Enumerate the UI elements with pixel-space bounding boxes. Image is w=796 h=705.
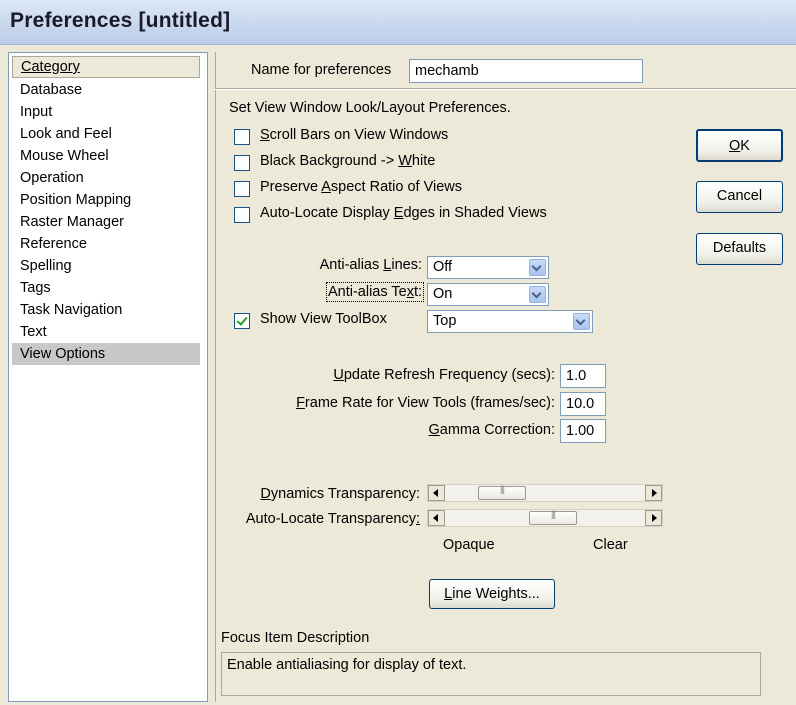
category-item-look-and-feel[interactable]: Look and Feel (12, 123, 200, 145)
antialias-lines-select[interactable]: Off (427, 256, 549, 279)
category-item-text[interactable]: Text (12, 321, 200, 343)
title-bar[interactable]: Preferences [untitled] (0, 0, 796, 45)
label-text: Anti-alias (319, 257, 384, 273)
auto-locate-edges-label[interactable]: Auto-Locate Display Edges in Shaded View… (260, 205, 547, 221)
dynamics-transparency-slider[interactable] (427, 484, 663, 502)
auto-locate-edges-checkbox[interactable] (234, 207, 250, 223)
category-item-input[interactable]: Input (12, 101, 200, 123)
label-text: ine Weights... (452, 586, 540, 602)
chevron-down-icon[interactable] (529, 286, 546, 303)
clear-label: Clear (593, 537, 628, 553)
label-text: Auto-Locate Transparency (245, 511, 416, 527)
opaque-label: Opaque (443, 537, 495, 553)
defaults-button[interactable]: Defaults (696, 233, 783, 265)
category-item-reference[interactable]: Reference (12, 233, 200, 255)
category-item-view-options[interactable]: View Options (12, 343, 200, 365)
label-text: Preserve (260, 179, 322, 195)
label-text: Black Background -> (260, 153, 399, 169)
gamma-correction-input[interactable]: 1.00 (560, 419, 606, 443)
focus-item-description-label: Focus Item Description (221, 630, 370, 646)
label-text: spect Ratio of Views (330, 179, 463, 195)
scroll-bars-checkbox[interactable] (234, 129, 250, 145)
category-item-spelling[interactable]: Spelling (12, 255, 200, 277)
update-refresh-input[interactable]: 1.0 (560, 364, 606, 388)
preserve-aspect-label[interactable]: Preserve Aspect Ratio of Views (260, 179, 462, 195)
label-text: hite (411, 153, 436, 169)
selected-value: Off (433, 259, 453, 275)
mnemonic: G (428, 422, 440, 438)
mnemonic: F (296, 395, 305, 411)
mnemonic: O (729, 138, 741, 154)
focus-item-description-box: Enable antialiasing for display of text. (221, 652, 761, 696)
scroll-left-icon[interactable] (428, 485, 445, 501)
update-refresh-label: Update Refresh Frequency (secs): (230, 367, 555, 383)
gamma-correction-label: Gamma Correction: (230, 422, 555, 438)
label-text: Anti-alias Te (327, 284, 407, 300)
category-item-position-mapping[interactable]: Position Mapping (12, 189, 200, 211)
category-item-raster-manager[interactable]: Raster Manager (12, 211, 200, 233)
label-text: rame Rate for View Tools (frames/sec): (304, 395, 555, 411)
category-item-mouse-wheel[interactable]: Mouse Wheel (12, 145, 200, 167)
label-text: Auto-Locate Display (260, 205, 394, 221)
ok-button[interactable]: OK (696, 129, 783, 162)
black-background-checkbox[interactable] (234, 155, 250, 171)
frame-rate-label: Frame Rate for View Tools (frames/sec): (230, 395, 555, 411)
antialias-text-label: Anti-alias Text: (260, 282, 425, 302)
scroll-bars-label[interactable]: Scroll Bars on View Windows (260, 127, 448, 143)
focus-description-text: Enable antialiasing for display of text. (227, 657, 467, 673)
label-text: ynamics Transparency: (270, 486, 420, 502)
mnemonic: U (333, 367, 344, 383)
frame-rate-input[interactable]: 10.0 (560, 392, 606, 416)
section-label: Set View Window Look/Layout Preferences. (229, 100, 511, 116)
mnemonic: : (415, 511, 420, 527)
label-text: croll Bars on View Windows (269, 127, 449, 143)
antialias-text-select[interactable]: On (427, 283, 549, 306)
category-item-task-navigation[interactable]: Task Navigation (12, 299, 200, 321)
chevron-down-icon[interactable] (529, 259, 546, 276)
category-list[interactable]: Category Database Input Look and Feel Mo… (8, 52, 208, 702)
category-header[interactable]: Category (12, 56, 200, 78)
scroll-right-icon[interactable] (645, 485, 662, 501)
preserve-aspect-checkbox[interactable] (234, 181, 250, 197)
mnemonic: D (260, 486, 271, 502)
black-background-label[interactable]: Black Background -> White (260, 153, 435, 169)
preferences-window: Preferences [untitled] Category Database… (0, 0, 796, 705)
mnemonic: A (321, 179, 331, 195)
line-weights-button[interactable]: Line Weights... (429, 579, 555, 609)
antialias-lines-label: Anti-alias Lines: (260, 257, 422, 273)
toolbox-position-select[interactable]: Top (427, 310, 593, 333)
selected-value: On (433, 286, 453, 302)
label-text: ines: (391, 257, 422, 273)
scroll-right-icon[interactable] (645, 510, 662, 526)
name-for-preferences-input[interactable]: mechamb (409, 59, 643, 83)
window-title: Preferences [untitled] (10, 9, 231, 32)
label-text: amma Correction: (439, 422, 555, 438)
focused-label: Anti-alias Text: (325, 282, 425, 302)
label-text: pdate Refresh Frequency (secs): (343, 367, 555, 383)
category-item-database[interactable]: Database (12, 79, 200, 101)
slider-thumb[interactable] (478, 484, 526, 500)
label-text: K (740, 138, 750, 154)
autolocate-transparency-slider[interactable] (427, 509, 663, 527)
mnemonic: S (260, 127, 270, 143)
category-item-operation[interactable]: Operation (12, 167, 200, 189)
chevron-down-icon[interactable] (573, 313, 590, 330)
autolocate-transparency-label: Auto-Locate Transparency: (220, 511, 420, 527)
scroll-left-icon[interactable] (428, 510, 445, 526)
show-view-toolbox-checkbox[interactable] (234, 313, 250, 329)
label-text: t: (413, 284, 422, 300)
show-view-toolbox-label[interactable]: Show View ToolBox (260, 311, 387, 327)
category-header-label: Category (21, 59, 80, 75)
mnemonic: W (398, 153, 412, 169)
category-item-tags[interactable]: Tags (12, 277, 200, 299)
divider (215, 88, 796, 90)
mnemonic: x (406, 284, 414, 300)
name-for-preferences-label: Name for preferences (251, 62, 392, 78)
cancel-button[interactable]: Cancel (696, 181, 783, 213)
dynamics-transparency-label: Dynamics Transparency: (220, 486, 420, 502)
label-text: dges in Shaded Views (403, 205, 547, 221)
slider-thumb[interactable] (529, 509, 577, 525)
selected-value: Top (433, 313, 457, 329)
